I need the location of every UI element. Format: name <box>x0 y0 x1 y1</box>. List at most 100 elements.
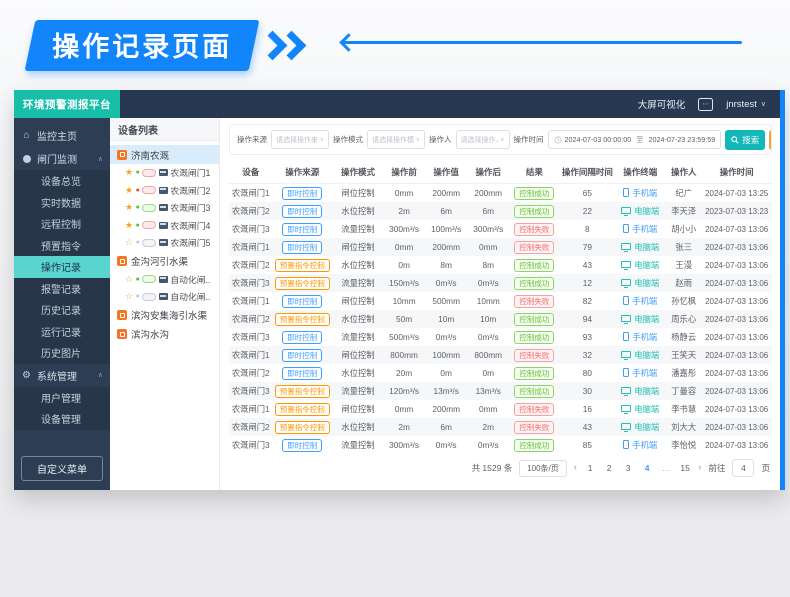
export-button[interactable]: 导出 <box>769 130 772 150</box>
page-number[interactable]: 2 <box>603 463 615 473</box>
filter-operator-select[interactable]: 请选择操作人 ∨ <box>456 130 510 149</box>
sidebar-item-1[interactable]: 闸门监测∧ <box>14 147 110 170</box>
user-menu[interactable]: jnrstest ∨ <box>726 99 766 110</box>
cell-device: 农溉闸门1 <box>229 238 272 256</box>
channel-group-icon <box>117 256 127 266</box>
prev-page-button[interactable]: ‹ <box>574 463 577 473</box>
tree-device[interactable]: ★●农溉闸门2 <box>110 182 219 200</box>
tree-group[interactable]: 滨沟水沟 <box>110 325 219 344</box>
table-row: 农溉闸门2预置指令控制水位控制2m6m2m控制失败43电脑端刘大大2024-07… <box>229 418 772 436</box>
cell-after: 0m <box>468 364 509 382</box>
terminal-label: 电脑端 <box>634 260 659 270</box>
sidebar-subitem-1-5[interactable]: 报警记录 <box>14 278 110 300</box>
next-page-button[interactable]: › <box>698 463 701 473</box>
tree-group-label: 金沟河引水渠 <box>131 254 188 268</box>
filter-source-select[interactable]: 请选择操作来源 ∨ <box>271 130 329 149</box>
column-header: 设备 <box>229 161 272 184</box>
tree-device[interactable]: ★●农溉闸门4 <box>110 217 219 235</box>
column-header: 操作值 <box>424 161 467 184</box>
table-row: 农溉闸门3预置指令控制流量控制120m³/s13m³/s13m³/s控制成功30… <box>229 382 772 400</box>
sidebar-subitem-1-4[interactable]: 操作记录 <box>14 256 110 278</box>
result-badge: 控制成功 <box>514 367 554 380</box>
device-icon <box>159 222 168 229</box>
tree-group[interactable]: 金沟河引水渠 <box>110 252 219 271</box>
cell-after: 0mm <box>468 400 509 418</box>
star-icon[interactable]: ☆ <box>125 275 133 284</box>
star-icon[interactable]: ☆ <box>125 238 133 247</box>
filter-time-range[interactable]: 2024-07-03 00:00:00 至 2024-07-23 23:59:5… <box>548 130 722 149</box>
page-number[interactable]: 15 <box>679 463 691 473</box>
cell-device: 农溉闸门2 <box>229 364 272 382</box>
filter-time-label: 操作时间 <box>514 134 544 145</box>
big-screen-link[interactable]: 大屏可视化 <box>638 97 686 111</box>
tree-group-label: 滨沟水沟 <box>131 327 169 341</box>
cell-device: 农溉闸门1 <box>229 400 272 418</box>
cell-after: 13m³/s <box>468 382 509 400</box>
custom-menu-button[interactable]: 自定义菜单 <box>21 456 103 481</box>
cell-source: 预置指令控制 <box>272 418 332 436</box>
tree-device-label: 农溉闸门4 <box>170 219 210 232</box>
channel-group-icon <box>117 310 127 320</box>
cell-value: 0m <box>424 364 467 382</box>
page-size-select[interactable]: 100条/页 <box>519 460 567 477</box>
sidebar-subitem-2-1[interactable]: 设备管理 <box>14 408 110 430</box>
sidebar-item-2[interactable]: ⚙系统管理∧ <box>14 364 110 387</box>
page-number[interactable]: 4 <box>641 463 653 473</box>
tree-group[interactable]: 滨沟安集海引水渠 <box>110 306 219 325</box>
cell-operator: 胡小小 <box>666 220 701 238</box>
goto-page-input[interactable] <box>732 459 754 477</box>
search-button-label: 搜索 <box>742 134 759 146</box>
search-button[interactable]: 搜索 <box>725 130 765 150</box>
tree-device[interactable]: ☆●自动化闸.. <box>110 288 219 306</box>
cell-terminal: 电脑端 <box>614 382 666 400</box>
star-icon[interactable]: ★ <box>125 168 133 177</box>
filter-mode-select[interactable]: 请选择操作模式 ∨ <box>367 130 425 149</box>
cell-source: 即时控制 <box>272 346 332 364</box>
cell-time: 2023-07-03 13:23 <box>701 202 772 220</box>
cell-value: 0m³/s <box>424 436 467 454</box>
cell-mode: 流量控制 <box>332 382 384 400</box>
tree-device[interactable]: ★●农溉闸门3 <box>110 199 219 217</box>
cell-before: 50m <box>384 310 425 328</box>
sidebar-subitem-2-0[interactable]: 用户管理 <box>14 387 110 409</box>
page-number[interactable]: 3 <box>622 463 634 473</box>
tree-device[interactable]: ☆●农溉闸门5 <box>110 234 219 252</box>
sidebar-subitem-1-0[interactable]: 设备总览 <box>14 170 110 192</box>
source-badge: 即时控制 <box>282 241 322 254</box>
sidebar-subitem-1-1[interactable]: 实时数据 <box>14 192 110 214</box>
star-icon[interactable]: ★ <box>125 221 133 230</box>
cell-terminal: 手机端 <box>614 292 666 310</box>
sidebar-subitem-1-7[interactable]: 运行记录 <box>14 321 110 343</box>
tree-device[interactable]: ☆●自动化闸.. <box>110 271 219 289</box>
monitor-icon <box>621 405 631 412</box>
status-dot-icon: ● <box>136 293 140 300</box>
sidebar-subitem-1-3[interactable]: 预置指令 <box>14 235 110 257</box>
star-icon[interactable]: ★ <box>125 186 133 195</box>
cell-time: 2024-07-03 13:06 <box>701 256 772 274</box>
cell-after: 200mm <box>468 184 509 203</box>
sidebar-item-0[interactable]: ⌂监控主页 <box>14 124 110 147</box>
table-row: 农溉闸门1即时控制闸位控制0mm200mm200mm控制成功65手机端纪广202… <box>229 184 772 203</box>
time-separator: 至 <box>636 135 643 145</box>
tree-group-label: 滨沟安集海引水渠 <box>131 308 207 322</box>
cell-source: 预置指令控制 <box>272 310 332 328</box>
star-icon[interactable]: ☆ <box>125 292 133 301</box>
cell-terminal: 手机端 <box>614 364 666 382</box>
sidebar-subitem-1-6[interactable]: 历史记录 <box>14 299 110 321</box>
page-ellipsis[interactable]: … <box>660 463 672 473</box>
cell-terminal: 电脑端 <box>614 256 666 274</box>
page-number[interactable]: 1 <box>584 463 596 473</box>
cell-after: 2m <box>468 418 509 436</box>
cell-after: 0m³/s <box>468 328 509 346</box>
cell-device: 农溉闸门3 <box>229 436 272 454</box>
sidebar-subitem-1-2[interactable]: 远程控制 <box>14 213 110 235</box>
sidebar-subitem-1-8[interactable]: 历史图片 <box>14 342 110 364</box>
tree-group[interactable]: 济南农溉 <box>110 145 219 164</box>
message-icon[interactable]: ⋯ <box>698 98 713 111</box>
tree-device[interactable]: ★●农溉闸门1 <box>110 164 219 182</box>
cell-mode: 闸位控制 <box>332 292 384 310</box>
cell-terminal: 手机端 <box>614 220 666 238</box>
star-icon[interactable]: ★ <box>125 203 133 212</box>
cell-device: 农溉闸门3 <box>229 328 272 346</box>
cell-device: 农溉闸门2 <box>229 310 272 328</box>
